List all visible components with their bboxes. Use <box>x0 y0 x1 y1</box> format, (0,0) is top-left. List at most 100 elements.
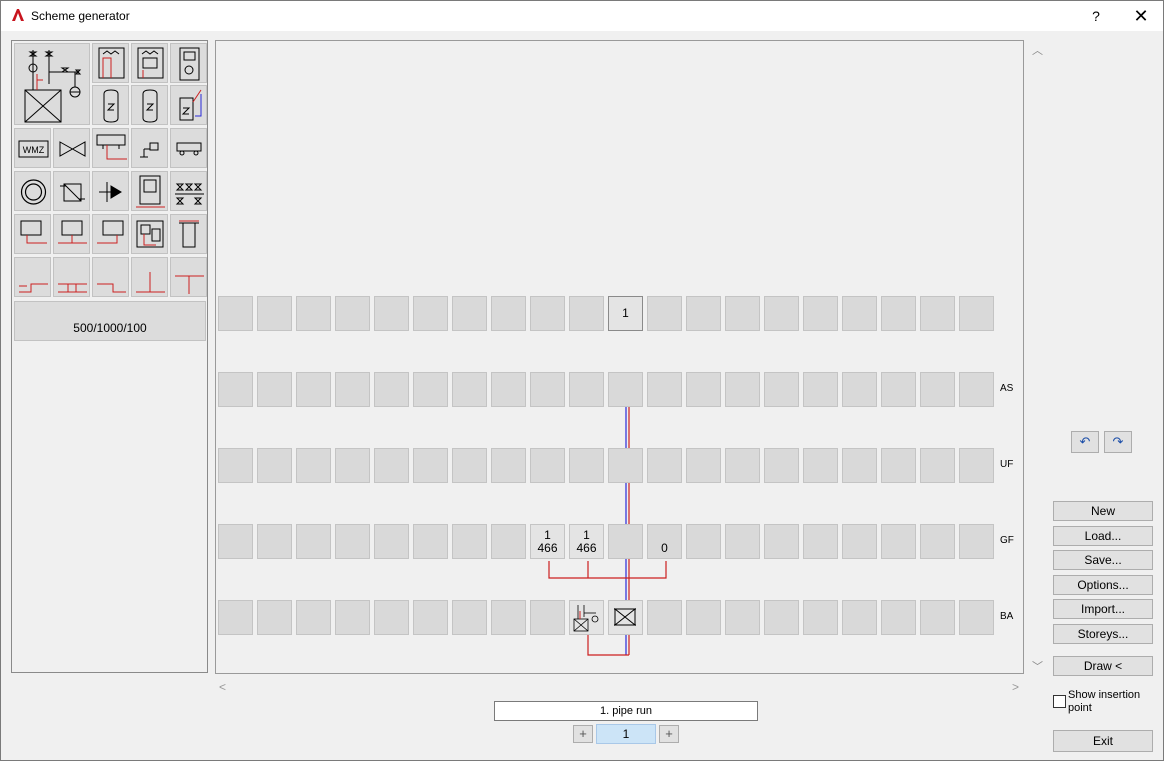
grid-cell-top-4[interactable] <box>335 296 370 331</box>
grid-cell-as-20[interactable] <box>959 372 994 407</box>
grid-cell-ba-8[interactable] <box>491 600 526 635</box>
options-button[interactable]: Options... <box>1053 575 1153 595</box>
draw-button[interactable]: Draw < <box>1053 656 1153 676</box>
grid-cell-as-4[interactable] <box>335 372 370 407</box>
grid-cell-uf-7[interactable] <box>452 448 487 483</box>
grid-cell-gf-10[interactable]: 1 466 <box>569 524 604 559</box>
grid-cell-ba-9[interactable] <box>530 600 565 635</box>
storage-tank-icon[interactable] <box>92 85 129 125</box>
grid-cell-gf-8[interactable] <box>491 524 526 559</box>
grid-cell-gf-3[interactable] <box>296 524 331 559</box>
grid-cell-as-19[interactable] <box>920 372 955 407</box>
grid-cell-uf-4[interactable] <box>335 448 370 483</box>
grid-cell-ba-10[interactable] <box>569 600 604 635</box>
scroll-right-arrow-icon[interactable]: > <box>1012 680 1019 694</box>
pipe-tee-icon[interactable] <box>170 257 207 297</box>
pipe-run-next-button[interactable]: + <box>659 725 679 743</box>
grid-cell-ba-3[interactable] <box>296 600 331 635</box>
pipe-run-prev-button[interactable]: + <box>573 725 593 743</box>
grid-cell-uf-10[interactable] <box>569 448 604 483</box>
grid-cell-gf-17[interactable] <box>842 524 877 559</box>
grid-cell-ba-16[interactable] <box>803 600 838 635</box>
grid-cell-top-18[interactable] <box>881 296 916 331</box>
control-unit-icon[interactable] <box>131 214 168 254</box>
grid-cell-top-13[interactable] <box>686 296 721 331</box>
tank-round-icon[interactable] <box>14 171 51 211</box>
close-button[interactable]: ✕ <box>1127 5 1155 27</box>
grid-cell-gf-19[interactable] <box>920 524 955 559</box>
grid-cell-as-5[interactable] <box>374 372 409 407</box>
grid-cell-top-8[interactable] <box>491 296 526 331</box>
grid-cell-as-18[interactable] <box>881 372 916 407</box>
grid-cell-top-3[interactable] <box>296 296 331 331</box>
storage-tank-coil-icon[interactable] <box>131 85 168 125</box>
grid-cell-top-12[interactable] <box>647 296 682 331</box>
pipe-junction-icon[interactable] <box>131 257 168 297</box>
grid-cell-top-1[interactable] <box>218 296 253 331</box>
grid-cell-top-6[interactable] <box>413 296 448 331</box>
grid-cell-ba-11[interactable] <box>608 600 643 635</box>
grid-cell-as-15[interactable] <box>764 372 799 407</box>
wall-boiler-panel-icon[interactable] <box>131 43 168 83</box>
load-button[interactable]: Load... <box>1053 526 1153 546</box>
grid-cell-as-17[interactable] <box>842 372 877 407</box>
wall-boiler-icon[interactable] <box>92 43 129 83</box>
grid-cell-uf-11[interactable] <box>608 448 643 483</box>
import-button[interactable]: Import... <box>1053 599 1153 619</box>
grid-cell-uf-18[interactable] <box>881 448 916 483</box>
pipe-run-number[interactable]: 1 <box>596 724 656 744</box>
cabinet-icon[interactable] <box>131 171 168 211</box>
grid-cell-gf-1[interactable] <box>218 524 253 559</box>
grid-cell-ba-14[interactable] <box>725 600 760 635</box>
grid-cell-ba-7[interactable] <box>452 600 487 635</box>
grid-cell-uf-8[interactable] <box>491 448 526 483</box>
undo-button[interactable]: ↶ <box>1071 431 1099 453</box>
show-insertion-checkbox[interactable] <box>1053 695 1066 708</box>
grid-cell-uf-3[interactable] <box>296 448 331 483</box>
grid-cell-uf-12[interactable] <box>647 448 682 483</box>
grid-cell-ba-5[interactable] <box>374 600 409 635</box>
scroll-down-arrow-icon[interactable]: ﹀ <box>1032 658 1043 674</box>
grid-cell-as-13[interactable] <box>686 372 721 407</box>
grid-cell-uf-14[interactable] <box>725 448 760 483</box>
grid-cell-as-8[interactable] <box>491 372 526 407</box>
grid-cell-gf-15[interactable] <box>764 524 799 559</box>
pump-group-icon[interactable] <box>170 128 207 168</box>
grid-cell-as-16[interactable] <box>803 372 838 407</box>
grid-cell-as-2[interactable] <box>257 372 292 407</box>
grid-cell-gf-6[interactable] <box>413 524 448 559</box>
grid-cell-as-11[interactable] <box>608 372 643 407</box>
grid-cell-as-7[interactable] <box>452 372 487 407</box>
cylinder-icon[interactable] <box>170 214 207 254</box>
grid-cell-top-15[interactable] <box>764 296 799 331</box>
grid-cell-gf-14[interactable] <box>725 524 760 559</box>
grid-cell-as-1[interactable] <box>218 372 253 407</box>
scroll-up-arrow-icon[interactable]: ︿ <box>1032 42 1043 58</box>
grid-cell-ba-2[interactable] <box>257 600 292 635</box>
grid-cell-gf-4[interactable] <box>335 524 370 559</box>
grid-cell-as-10[interactable] <box>569 372 604 407</box>
pipe-left-icon[interactable] <box>14 257 51 297</box>
redo-button[interactable]: ↷ <box>1104 431 1132 453</box>
grid-cell-uf-16[interactable] <box>803 448 838 483</box>
save-button[interactable]: Save... <box>1053 550 1153 570</box>
grid-cell-ba-18[interactable] <box>881 600 916 635</box>
grid-cell-gf-16[interactable] <box>803 524 838 559</box>
radiator-center-icon[interactable] <box>53 214 90 254</box>
grid-cell-top-10[interactable] <box>569 296 604 331</box>
grid-cell-uf-5[interactable] <box>374 448 409 483</box>
grid-cell-ba-1[interactable] <box>218 600 253 635</box>
grid-cell-top-7[interactable] <box>452 296 487 331</box>
grid-cell-ba-4[interactable] <box>335 600 370 635</box>
pipe-run-field[interactable]: 1. pipe run <box>494 701 758 721</box>
grid-cell-gf-9[interactable]: 1 466 <box>530 524 565 559</box>
grid-cell-gf-11[interactable] <box>608 524 643 559</box>
radiator-icon[interactable] <box>14 214 51 254</box>
grid-cell-uf-20[interactable] <box>959 448 994 483</box>
grid-cell-ba-20[interactable] <box>959 600 994 635</box>
grid-cell-ba-6[interactable] <box>413 600 448 635</box>
grid-cell-as-3[interactable] <box>296 372 331 407</box>
grid-cell-gf-5[interactable] <box>374 524 409 559</box>
grid-cell-uf-15[interactable] <box>764 448 799 483</box>
grid-cell-uf-19[interactable] <box>920 448 955 483</box>
